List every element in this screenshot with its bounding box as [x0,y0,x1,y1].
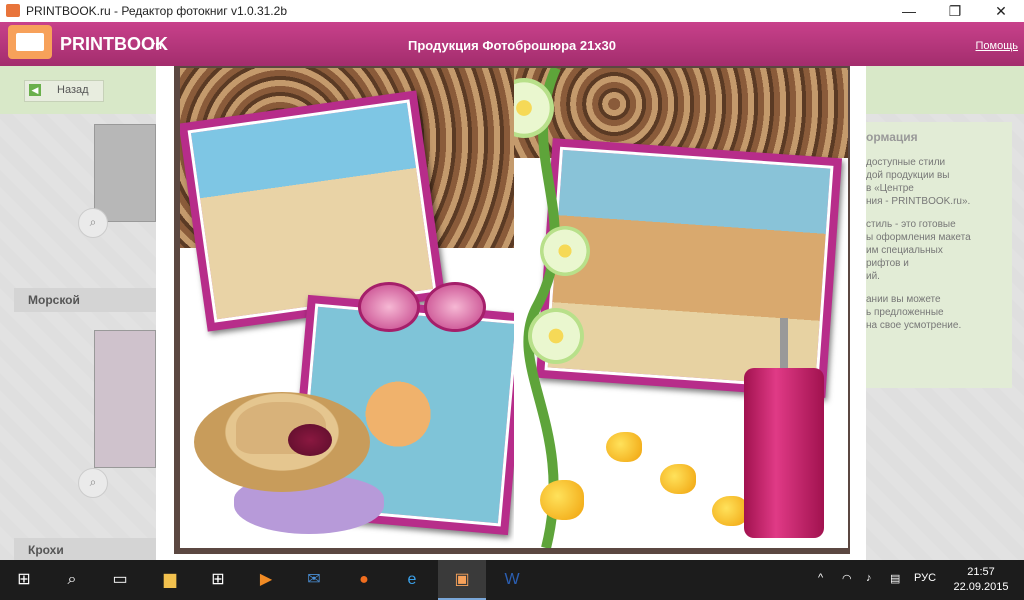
style-section-label[interactable]: Крохи [14,538,156,560]
info-box: ормация доступные стили дой продукции вы… [866,122,1012,388]
help-link[interactable]: Помощь [976,40,1019,52]
arrow-left-icon: ◀ [29,84,41,96]
volume-icon[interactable]: ♪ [866,572,872,584]
right-page[interactable] [514,68,848,548]
info-sidebar: ормация доступные стили дой продукции вы… [866,66,1024,560]
tray-expand-icon[interactable]: ^ [818,572,823,584]
window-titlebar: PRINTBOOK.ru - Редактор фотокниг v1.0.31… [0,0,1024,22]
page-title: Продукция Фотоброшюра 21x30 [407,38,616,53]
fish-clipart [606,432,642,462]
word-icon[interactable]: W [488,560,536,600]
photobook-spread[interactable] [174,66,850,554]
edge-icon[interactable]: e [388,560,436,600]
info-strip [866,66,1024,114]
info-paragraph: ании вы можете ь предложенные на свое ус… [866,294,962,331]
store-icon[interactable]: ⊞ [194,560,242,600]
mail-icon[interactable]: ✉ [290,560,338,600]
back-button[interactable]: ◀ Назад [24,80,104,102]
vine-decoration [523,68,561,548]
search-icon[interactable]: ⌕ [48,560,96,600]
style-thumbnail[interactable] [94,124,156,222]
language-indicator[interactable]: РУС [914,572,936,584]
info-paragraph: стиль - это готовые ы оформления макета … [866,219,971,282]
book-preview-area [156,66,866,560]
fish-clipart [660,464,696,494]
style-sidebar: ◀ Назад ⌕ Морской ⌕ Крохи [0,66,156,560]
wifi-icon[interactable]: ◠ [842,572,852,585]
left-page[interactable] [180,68,514,548]
flower-decoration [540,226,590,276]
firefox-icon[interactable]: ● [340,560,388,600]
app-header: PRINTBOOK .ru Продукция Фотоброшюра 21x3… [0,22,1024,66]
fish-clipart [540,480,584,520]
media-player-icon[interactable]: ▶ [242,560,290,600]
style-thumbnail[interactable] [94,330,156,468]
sunglasses-clipart [356,276,486,334]
clock-time: 21:57 [967,566,995,578]
zoom-icon[interactable]: ⌕ [78,208,108,238]
zoom-icon[interactable]: ⌕ [78,468,108,498]
info-paragraph: доступные стили дой продукции вы в «Цент… [866,157,971,207]
flower-decoration [528,308,584,364]
app-icon [6,4,20,17]
suitcase-handle [780,318,788,370]
back-button-label: Назад [57,84,89,96]
window-title: PRINTBOOK.ru - Редактор фотокниг v1.0.31… [26,4,287,18]
close-button[interactable]: ✕ [978,0,1024,22]
printbook-icon[interactable]: ▣ [438,560,486,600]
fish-clipart [712,496,748,526]
minimize-button[interactable]: — [886,0,932,22]
windows-start-icon[interactable]: ⊞ [0,560,48,600]
clock[interactable]: 21:57 22.09.2015 [950,565,1012,595]
clock-date: 22.09.2015 [953,581,1009,593]
style-section-label[interactable]: Морской [14,288,156,312]
hat-flower [288,424,332,456]
notification-icon[interactable]: ▤ [890,572,900,585]
back-bar: ◀ Назад [0,66,156,114]
workspace: ◀ Назад ⌕ Морской ⌕ Крохи ормация доступ… [0,66,1024,560]
maximize-button[interactable]: ❐ [932,0,978,22]
file-explorer-icon[interactable]: ▆ [146,560,194,600]
windows-taskbar: ⊞ ⌕ ▭ ▆ ⊞ ▶ ✉ ● e ▣ W ^ ◠ ♪ ▤ РУС 21:57 … [0,560,1024,600]
info-title: ормация [866,130,918,144]
suitcase-clipart [744,368,824,538]
task-view-icon[interactable]: ▭ [96,560,144,600]
